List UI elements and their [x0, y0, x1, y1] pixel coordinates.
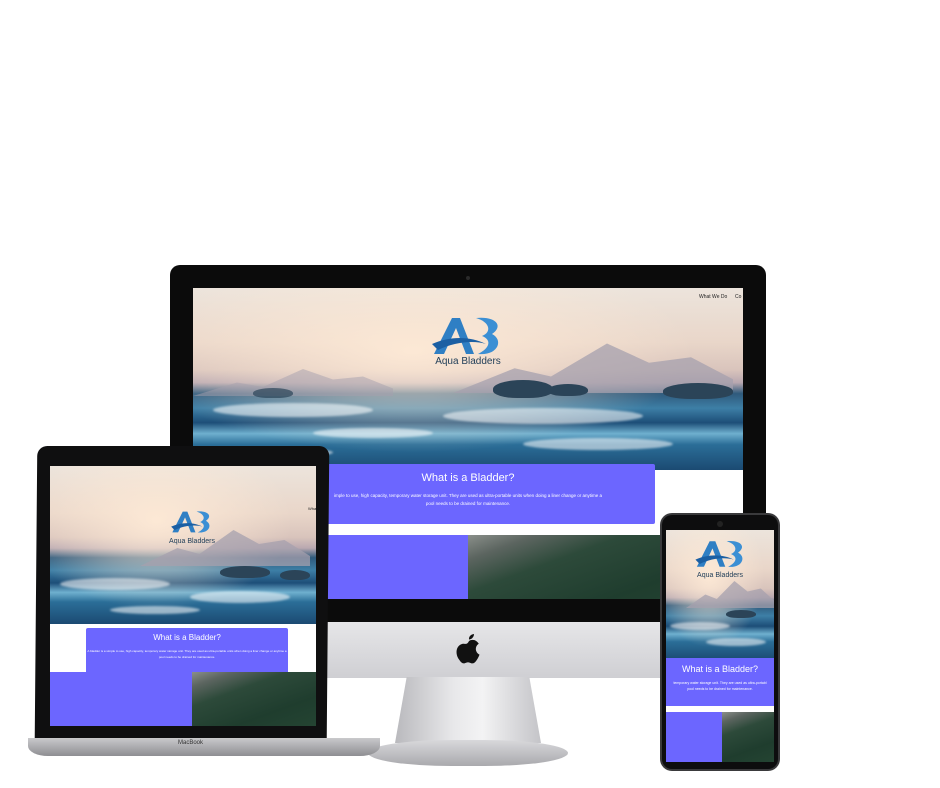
section-heading: What is a Bladder?: [421, 472, 515, 484]
aqua-bladders-logo-icon: [170, 508, 214, 541]
section-text-1: A bladder is a simple to use, high capac…: [87, 649, 287, 653]
what-is-bladder-section: What is a Bladder? temporary water stora…: [666, 658, 774, 706]
section-text-2: pool needs to be drained for maintenance…: [425, 501, 511, 506]
image-panel-right: [722, 712, 774, 762]
nav-what-we-do[interactable]: What We Do: [699, 294, 727, 300]
image-panel-left: [666, 712, 722, 762]
hero-banner: [50, 466, 316, 624]
section-text-2: pool needs to be drained for maintenance…: [687, 687, 753, 691]
brand-name: Aqua Bladders: [435, 356, 501, 367]
nav-what-we-do[interactable]: What We Do: [308, 506, 316, 511]
image-panel-left: [50, 672, 192, 726]
section-text-1: imple to use, high capacity, temporary w…: [334, 493, 602, 498]
nav-contact[interactable]: Co: [735, 294, 741, 300]
imac-camera: [466, 276, 470, 280]
macbook-base: [28, 738, 380, 756]
macbook-label: MacBook: [178, 740, 204, 746]
section-text-1: temporary water storage unit. They are u…: [673, 681, 767, 685]
section-heading: What is a Bladder?: [153, 633, 221, 642]
brand-name: Aqua Bladders: [697, 572, 743, 579]
phone-screen: Aqua Bladders What is a Bladder? tempora…: [666, 530, 774, 762]
image-panel-right: [192, 672, 316, 726]
what-is-bladder-section: What is a Bladder? imple to use, high ca…: [281, 464, 655, 524]
macbook-screen: What We Do Aqua Bladders What is a Bladd…: [50, 466, 316, 726]
what-is-bladder-section: What is a Bladder? A bladder is a simple…: [86, 628, 288, 676]
brand-name: Aqua Bladders: [169, 538, 215, 545]
apple-logo-icon: [455, 632, 483, 671]
section-heading: What is a Bladder?: [681, 664, 759, 674]
imac-foot: [368, 740, 568, 766]
section-text-2: pool needs to be drained for maintenance…: [158, 655, 216, 659]
aqua-bladders-logo-icon: [694, 538, 748, 575]
imac-stand: [395, 677, 541, 743]
phone-camera: [717, 521, 723, 527]
